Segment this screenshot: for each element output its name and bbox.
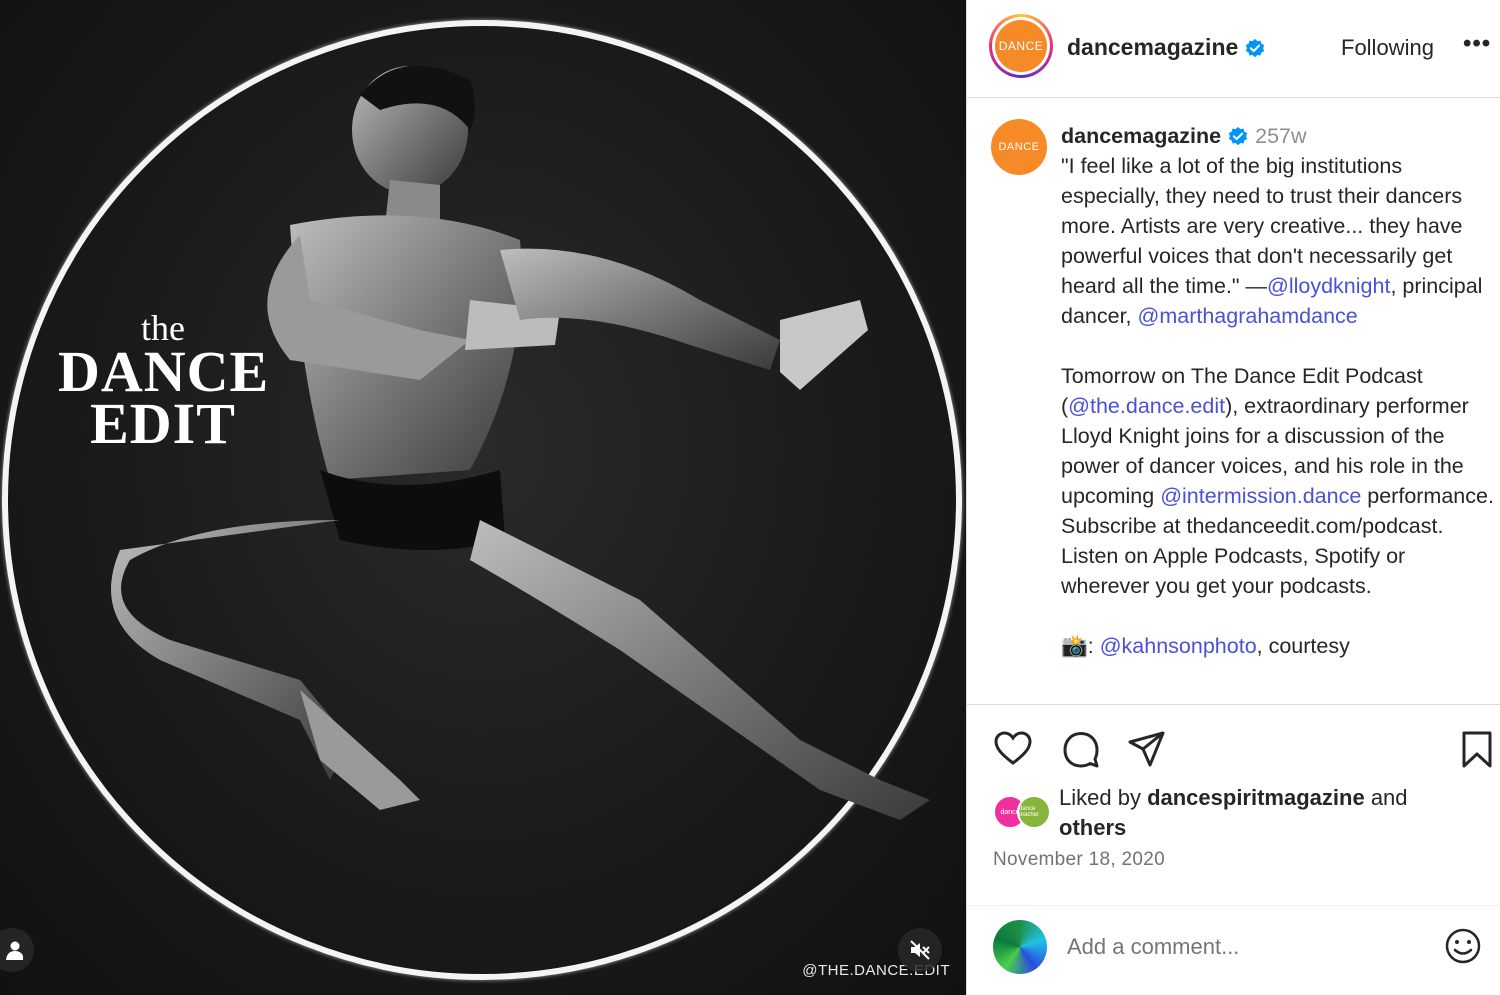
bookmark-icon[interactable] — [1457, 729, 1497, 769]
caption-username[interactable]: dancemagazine — [1061, 124, 1221, 148]
mention-the-dance-edit[interactable]: @the.dance.edit — [1068, 394, 1225, 418]
dance-logo-avatar: DANCE — [995, 20, 1047, 72]
caption-text: dancemagazine 257w "I feel like a lot of… — [1061, 124, 1494, 658]
post-header: DANCE dancemagazine Following ••• — [967, 0, 1500, 98]
caption-dash: — — [1245, 274, 1268, 298]
more-options-button[interactable]: ••• — [1463, 30, 1491, 58]
mention-intermission-dance[interactable]: @intermission.dance — [1160, 484, 1361, 508]
mention-marthagrahamdance[interactable]: @marthagrahamdance — [1138, 304, 1358, 328]
liker-avatar-2-text: dance teacher — [1019, 806, 1040, 818]
dance-edit-wordmark: the DANCE EDIT — [58, 310, 268, 456]
person-icon — [6, 941, 23, 960]
heart-icon[interactable] — [993, 729, 1033, 769]
mention-kahnsonphoto[interactable]: @kahnsonphoto — [1100, 634, 1257, 658]
comment-icon[interactable] — [1061, 729, 1101, 769]
post-caption: DANCE dancemagazine 257w "I feel like a … — [967, 99, 1500, 703]
current-user-avatar[interactable] — [993, 920, 1047, 974]
caption-avatar[interactable]: DANCE — [991, 119, 1047, 175]
liked-prefix: Liked by — [1059, 785, 1148, 810]
liked-by-user[interactable]: dancespiritmagazine — [1147, 785, 1365, 810]
following-button[interactable]: Following — [1341, 35, 1434, 61]
comment-composer — [967, 905, 1500, 995]
dancer-photo — [111, 65, 930, 820]
comment-input[interactable] — [1067, 934, 1427, 960]
caption-credit: , courtesy — [1256, 634, 1350, 658]
liked-mid: and — [1364, 785, 1408, 810]
post-age[interactable]: 257w — [1255, 124, 1306, 148]
share-icon[interactable] — [1127, 729, 1167, 769]
dance-logo-avatar-small: DANCE — [991, 119, 1047, 175]
post-date[interactable]: November 18, 2020 — [993, 849, 1165, 871]
liked-others[interactable]: others — [1059, 815, 1126, 840]
post-media[interactable]: the DANCE EDIT @THE.DANCE.EDIT — [0, 0, 966, 995]
liker-avatar-2[interactable]: dance teacher — [1017, 795, 1051, 829]
emoji-icon[interactable] — [1443, 926, 1483, 966]
header-username-text[interactable]: dancemagazine — [1067, 34, 1238, 60]
mention-lloydknight[interactable]: @lloydknight — [1267, 274, 1390, 298]
header-username[interactable]: dancemagazine — [1067, 34, 1266, 61]
verified-badge-icon — [1228, 127, 1248, 146]
mute-button[interactable] — [898, 928, 942, 972]
story-ring-avatar[interactable]: DANCE — [989, 14, 1053, 78]
verified-badge-icon — [1246, 38, 1265, 58]
post-sidebar: DANCE dancemagazine Following ••• DANCE … — [966, 0, 1500, 995]
liked-by-text: Liked by dancespiritmagazine and others — [1059, 783, 1479, 843]
post-actions: dance dance teacher Liked by dancespirit… — [967, 704, 1500, 995]
speaker-muted-icon — [910, 940, 930, 960]
camera-emoji: 📸 — [1061, 634, 1088, 658]
wordmark-edit: EDIT — [90, 391, 236, 456]
